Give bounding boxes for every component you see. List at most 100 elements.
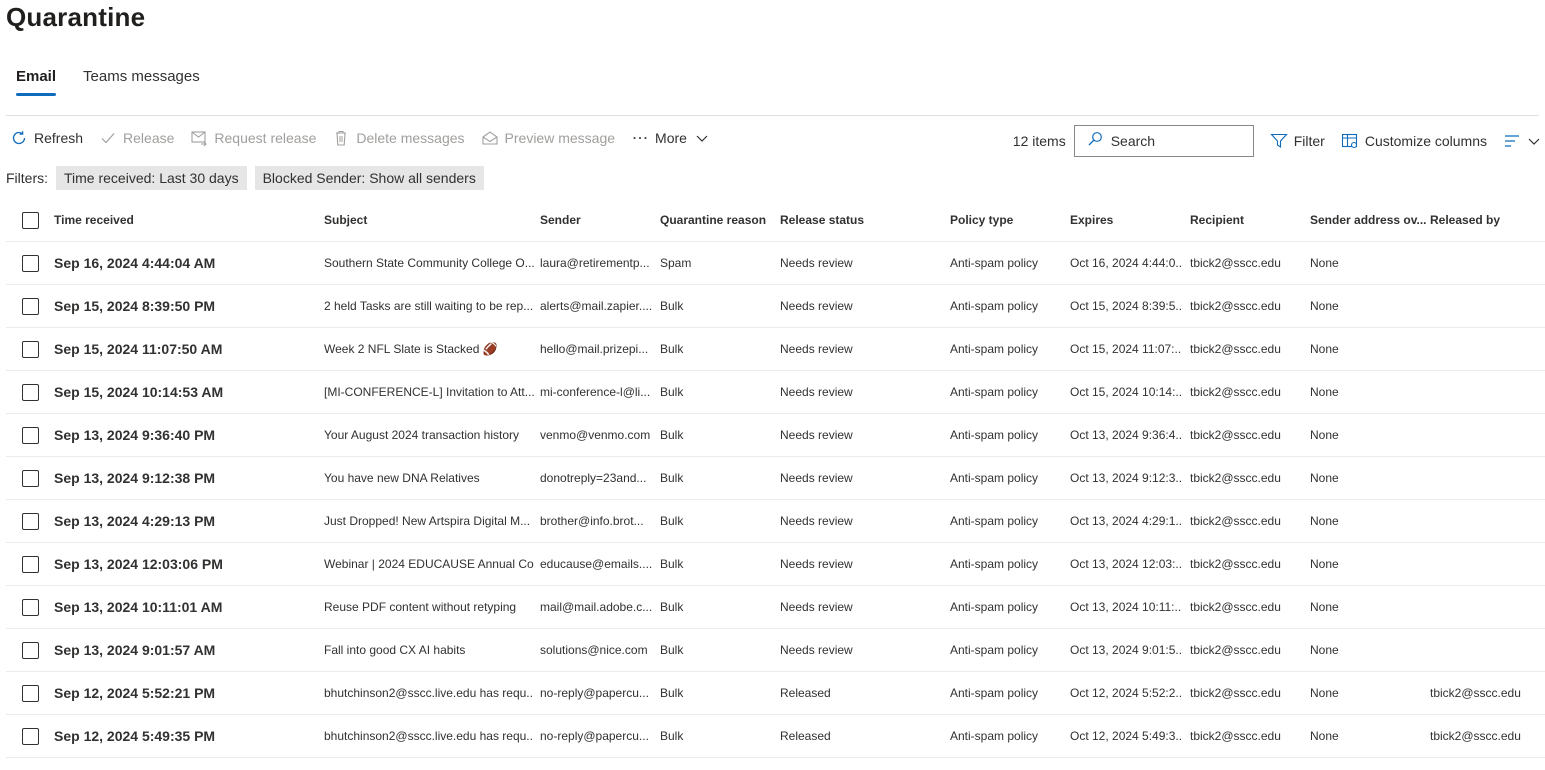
- filters-bar: Filters: Time received: Last 30 days Blo…: [6, 166, 492, 190]
- request-release-button[interactable]: Request release: [190, 129, 316, 147]
- release-button[interactable]: Release: [99, 129, 174, 147]
- row-checkbox-cell: [22, 328, 42, 370]
- filter-chip-value: Show all senders: [369, 170, 476, 186]
- table-row[interactable]: Sep 13, 2024 12:03:06 PM Webinar | 2024 E…: [6, 543, 1545, 586]
- column-header-time-received[interactable]: Time received: [54, 199, 314, 241]
- column-header-policy-type[interactable]: Policy type: [950, 199, 1064, 241]
- row-checkbox[interactable]: [22, 469, 39, 487]
- row-checkbox[interactable]: [22, 727, 39, 745]
- table-row[interactable]: Sep 13, 2024 9:01:57 AM Fall into good CX…: [6, 629, 1545, 672]
- cell-quarantine-reason: Bulk: [660, 471, 684, 485]
- cell-recipient: tbick2@sscc.edu: [1190, 471, 1281, 485]
- row-checkbox[interactable]: [22, 383, 39, 401]
- cell-sender-address-override: None: [1310, 557, 1339, 571]
- column-header-released-by[interactable]: Released by: [1430, 199, 1540, 241]
- cell-recipient: tbick2@sscc.edu: [1190, 385, 1281, 399]
- customize-columns-button[interactable]: Customize columns: [1341, 132, 1487, 150]
- table-row[interactable]: Sep 12, 2024 5:49:35 PM bhutchinson2@sscc…: [6, 715, 1545, 758]
- toolbar-right: 12 items Filter Customize columns: [1013, 125, 1541, 157]
- chevron-down-icon: [1527, 134, 1541, 148]
- select-all-checkbox[interactable]: [22, 211, 39, 229]
- cell-quarantine-reason: Bulk: [660, 342, 684, 356]
- refresh-label: Refresh: [34, 130, 84, 146]
- filter-chip-time-received[interactable]: Time received: Last 30 days: [56, 166, 247, 190]
- cell-time-received: Sep 15, 2024 8:39:50 PM: [54, 298, 216, 314]
- cell-sender-address-override: None: [1310, 600, 1339, 614]
- filter-button[interactable]: Filter: [1269, 132, 1325, 150]
- envelope-open-icon: [481, 129, 499, 147]
- tab-email[interactable]: Email: [16, 68, 57, 96]
- more-button[interactable]: More: [631, 129, 711, 147]
- cell-expires: Oct 13, 2024 4:29:1...: [1070, 514, 1182, 528]
- table-row[interactable]: Sep 16, 2024 4:44:04 AM Southern State Co…: [6, 242, 1545, 285]
- cell-subject: Fall into good CX AI habits: [324, 643, 466, 657]
- cell-time-received: Sep 13, 2024 12:03:06 PM: [54, 556, 223, 572]
- cell-time-received: Sep 16, 2024 4:44:04 AM: [54, 255, 216, 271]
- item-count: 12 items: [1012, 133, 1066, 149]
- delete-messages-button[interactable]: Delete messages: [332, 129, 465, 147]
- cell-sender: educause@emails....: [540, 557, 653, 571]
- column-header-release-status[interactable]: Release status: [780, 199, 945, 241]
- filter-chip-blocked-sender[interactable]: Blocked Sender: Show all senders: [254, 166, 484, 190]
- cell-sender-address-override: None: [1310, 643, 1339, 657]
- delete-messages-label: Delete messages: [356, 130, 465, 146]
- table-row[interactable]: Sep 13, 2024 9:12:38 PM You have new DNA …: [6, 457, 1545, 500]
- row-checkbox-cell: [22, 457, 42, 499]
- cell-time-received: Sep 13, 2024 4:29:13 PM: [54, 513, 216, 529]
- cell-subject: [MI-CONFERENCE-L] Invitation to Att...: [324, 385, 534, 399]
- cell-expires: Oct 13, 2024 9:12:3...: [1070, 471, 1182, 485]
- cell-sender: brother@info.brot...: [540, 514, 644, 528]
- refresh-button[interactable]: Refresh: [10, 129, 83, 147]
- cell-policy-type: Anti-spam policy: [950, 557, 1039, 571]
- row-checkbox[interactable]: [22, 297, 39, 315]
- cell-released-by: [1430, 457, 1540, 499]
- cell-time-received: Sep 15, 2024 10:14:53 AM: [54, 384, 224, 400]
- row-checkbox[interactable]: [22, 641, 39, 659]
- cell-policy-type: Anti-spam policy: [950, 342, 1039, 356]
- table-row[interactable]: Sep 13, 2024 9:36:40 PM Your August 2024 …: [6, 414, 1545, 457]
- refresh-icon: [10, 129, 28, 147]
- cell-sender: mi-conference-l@li...: [540, 385, 651, 399]
- tab-teams-messages[interactable]: Teams messages: [83, 68, 200, 96]
- table-row[interactable]: Sep 13, 2024 4:29:13 PM Just Dropped! New…: [6, 500, 1545, 543]
- table-row[interactable]: Sep 15, 2024 8:39:50 PM 2 held Tasks are …: [6, 285, 1545, 328]
- column-header-quarantine-reason[interactable]: Quarantine reason: [660, 199, 776, 241]
- search-box[interactable]: [1073, 125, 1254, 157]
- cell-release-status: Released: [780, 729, 831, 743]
- row-checkbox[interactable]: [22, 340, 39, 358]
- cell-sender: laura@retirementp...: [540, 256, 650, 270]
- filter-chip-name: Time received:: [64, 170, 156, 186]
- column-header-sender[interactable]: Sender: [540, 199, 654, 241]
- cell-time-received: Sep 13, 2024 9:36:40 PM: [54, 427, 216, 443]
- search-input[interactable]: [1110, 133, 1251, 149]
- table-row[interactable]: Sep 13, 2024 10:11:01 AM Reuse PDF conten…: [6, 586, 1545, 629]
- table-row[interactable]: Sep 15, 2024 11:07:50 AM Week 2 NFL Slate…: [6, 328, 1545, 371]
- cell-quarantine-reason: Bulk: [660, 600, 684, 614]
- cell-recipient: tbick2@sscc.edu: [1190, 600, 1281, 614]
- row-checkbox[interactable]: [22, 512, 39, 530]
- row-checkbox[interactable]: [22, 254, 39, 272]
- preview-message-button[interactable]: Preview message: [481, 129, 615, 147]
- cell-time-received: Sep 12, 2024 5:52:21 PM: [54, 685, 216, 701]
- row-checkbox[interactable]: [22, 426, 39, 444]
- column-header-subject[interactable]: Subject: [324, 199, 534, 241]
- column-header-expires[interactable]: Expires: [1070, 199, 1182, 241]
- request-release-label: Request release: [214, 130, 317, 146]
- cell-sender-address-override: None: [1310, 256, 1339, 270]
- column-header-sender-address-override[interactable]: Sender address ov...: [1310, 199, 1426, 241]
- cell-quarantine-reason: Bulk: [660, 643, 684, 657]
- view-options-button[interactable]: [1503, 132, 1541, 150]
- cell-quarantine-reason: Bulk: [660, 686, 684, 700]
- row-checkbox[interactable]: [22, 598, 39, 616]
- cell-released-by: tbick2@sscc.edu: [1430, 729, 1521, 743]
- table-row[interactable]: Sep 15, 2024 10:14:53 AM [MI-CONFERENCE-L…: [6, 371, 1545, 414]
- row-checkbox[interactable]: [22, 555, 39, 573]
- more-label: More: [655, 130, 687, 146]
- column-header-recipient[interactable]: Recipient: [1190, 199, 1304, 241]
- cell-subject: Week 2 NFL Slate is Stacked 🏈: [324, 342, 498, 356]
- cell-policy-type: Anti-spam policy: [950, 729, 1039, 743]
- table-row[interactable]: Sep 12, 2024 5:52:21 PM bhutchinson2@sscc…: [6, 672, 1545, 715]
- cell-recipient: tbick2@sscc.edu: [1190, 557, 1281, 571]
- cell-recipient: tbick2@sscc.edu: [1190, 428, 1281, 442]
- row-checkbox[interactable]: [22, 684, 39, 702]
